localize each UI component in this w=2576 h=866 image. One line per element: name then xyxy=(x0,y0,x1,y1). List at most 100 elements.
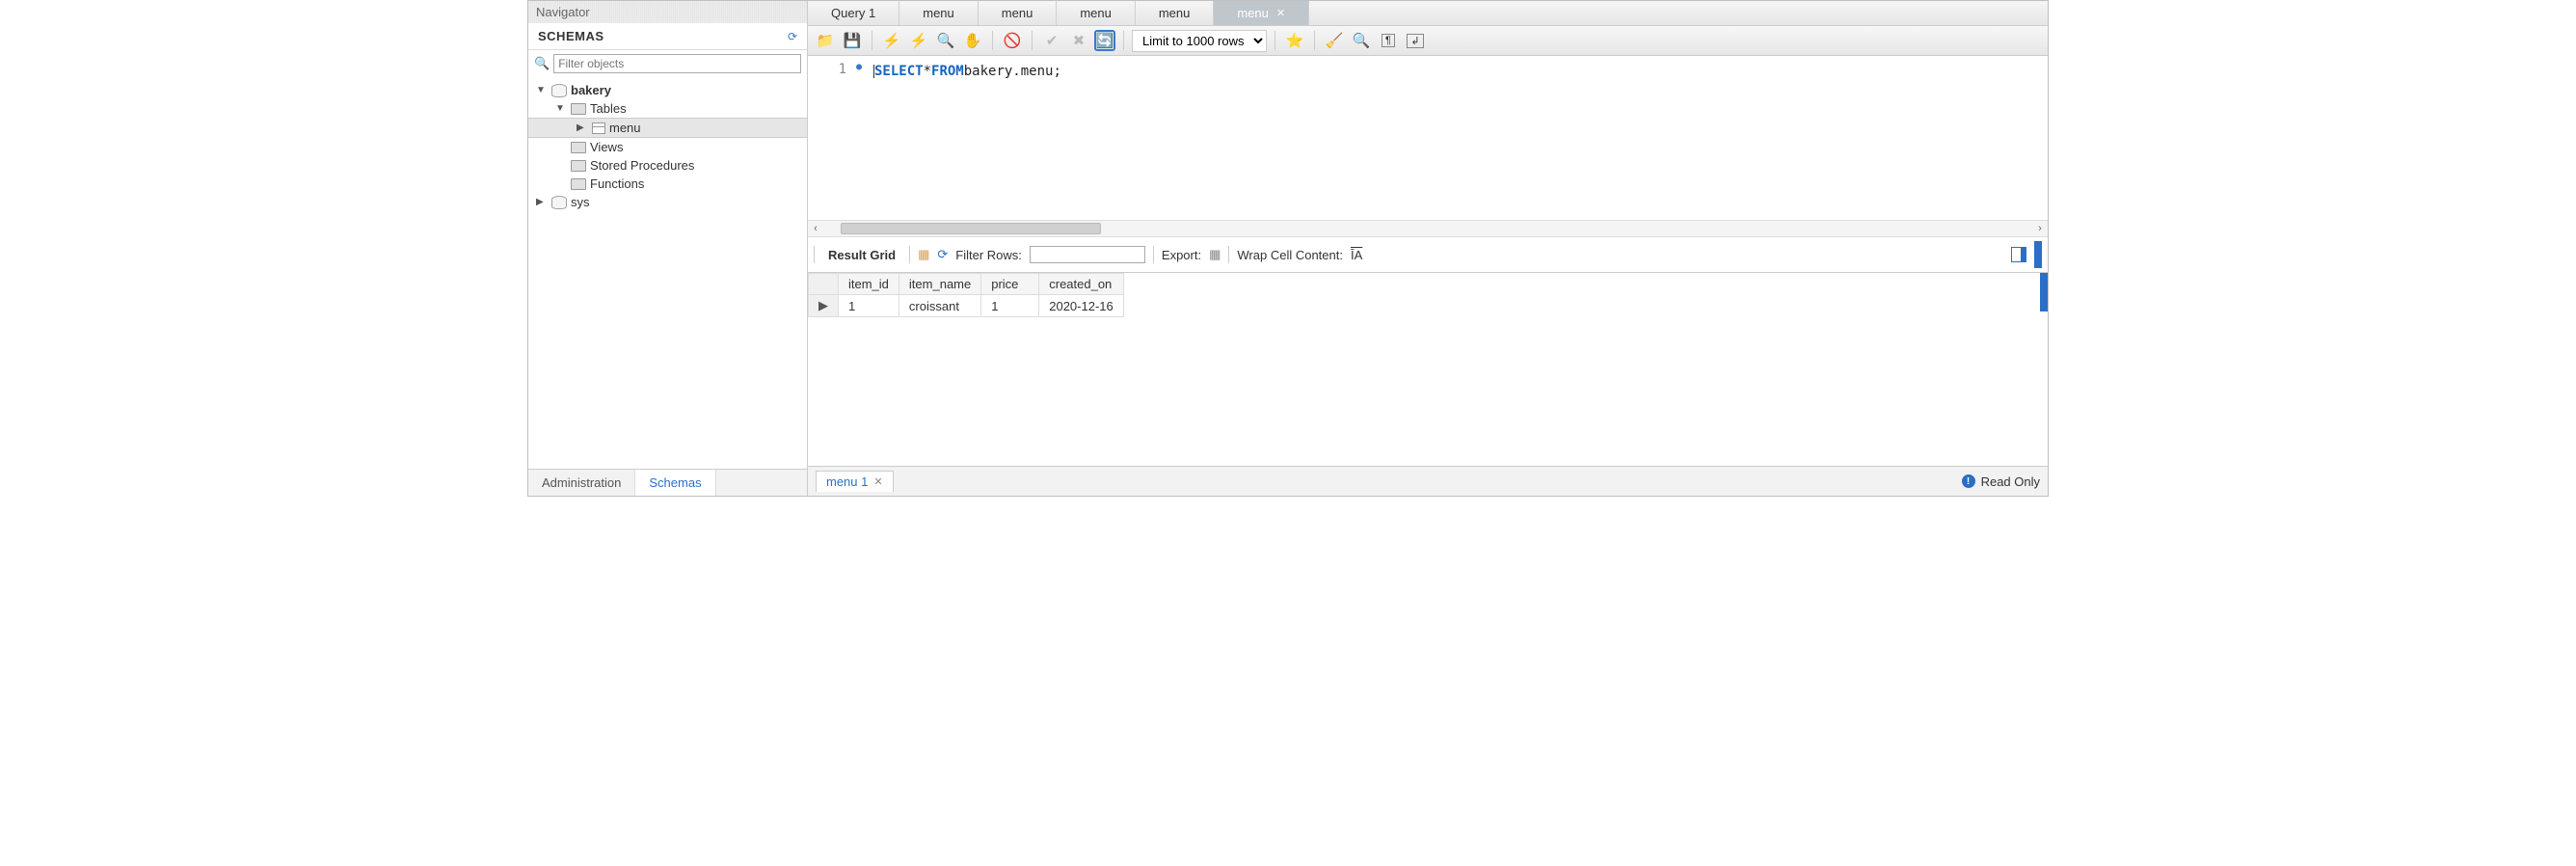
grid-icon[interactable]: ▦ xyxy=(918,247,929,262)
panel-toggle-icon[interactable] xyxy=(2011,247,2026,262)
app-root: Navigator SCHEMAS ⟳ 🔍 ▼ bakery ▼ Tables … xyxy=(527,0,2049,497)
tree-db-sys[interactable]: ▶ sys xyxy=(528,193,807,211)
tab-label: menu xyxy=(1159,6,1191,20)
folder-icon xyxy=(571,160,586,172)
navigator-pane: Navigator SCHEMAS ⟳ 🔍 ▼ bakery ▼ Tables … xyxy=(528,1,808,496)
separator xyxy=(992,31,993,50)
separator xyxy=(1153,246,1154,263)
schemas-label: SCHEMAS xyxy=(538,29,604,43)
wrap-cell-icon[interactable]: ĪA xyxy=(1351,248,1362,262)
chevron-down-icon[interactable]: ▼ xyxy=(555,103,567,114)
side-indicator xyxy=(2034,241,2042,268)
line-gutter: 1 xyxy=(808,62,856,214)
execute-button[interactable]: ⚡ xyxy=(880,29,903,52)
wrap-button[interactable]: ↲ xyxy=(1404,29,1427,52)
refresh-icon[interactable]: ⟳ xyxy=(788,30,797,43)
close-icon[interactable]: ✕ xyxy=(873,475,882,488)
tab-label: menu xyxy=(1080,6,1112,20)
folder-icon xyxy=(571,178,586,190)
invisible-chars-button[interactable]: ¶ xyxy=(1377,29,1400,52)
navigator-bottom-tabs: Administration Schemas xyxy=(528,469,807,496)
tree-label: Views xyxy=(590,140,623,154)
chevron-right-icon[interactable]: ▶ xyxy=(577,122,588,133)
result-tab[interactable]: menu 1 ✕ xyxy=(816,471,894,492)
table-row[interactable]: ▶ 1 croissant 1 2020-12-16 xyxy=(809,295,1124,317)
column-header[interactable]: item_name xyxy=(899,274,980,295)
tree-label: menu xyxy=(609,121,641,135)
wrap-label: Wrap Cell Content: xyxy=(1237,248,1343,262)
sql-toolbar: 📁 💾 ⚡ ⚡ 🔍 ✋ 🚫 ✔ ✖ 🔄 Limit to 1000 rows ⭐… xyxy=(808,26,2048,56)
column-header[interactable]: created_on xyxy=(1039,274,1124,295)
query-tab-active[interactable]: menu ✕ xyxy=(1214,1,1309,25)
explain-button[interactable]: 🔍 xyxy=(934,29,957,52)
statement-marker-icon: ● xyxy=(856,62,873,72)
row-header-corner xyxy=(809,274,839,295)
tree-stored-procedures[interactable]: Stored Procedures xyxy=(528,156,807,175)
tree-db-bakery[interactable]: ▼ bakery xyxy=(528,81,807,99)
stop-on-error-button[interactable]: 🚫 xyxy=(1001,29,1024,52)
table-header-row: item_id item_name price created_on xyxy=(809,274,1124,295)
chevron-right-icon[interactable]: ▶ xyxy=(536,197,548,207)
execute-current-button[interactable]: ⚡ xyxy=(907,29,930,52)
refresh-icon[interactable]: ⟳ xyxy=(937,247,948,262)
open-file-button[interactable]: 📁 xyxy=(814,29,837,52)
scroll-left-icon[interactable]: ‹ xyxy=(808,223,823,234)
search-icon: 🔍 xyxy=(534,56,550,71)
save-file-button[interactable]: 💾 xyxy=(841,29,864,52)
schemas-header: SCHEMAS ⟳ xyxy=(528,23,807,50)
cell[interactable]: 1 xyxy=(839,295,899,317)
tab-schemas[interactable]: Schemas xyxy=(635,470,715,496)
result-table: item_id item_name price created_on ▶ 1 c… xyxy=(808,273,1124,317)
tree-table-menu[interactable]: ▶ menu xyxy=(528,118,807,138)
export-icon[interactable]: ▦ xyxy=(1209,247,1221,262)
column-header[interactable]: item_id xyxy=(839,274,899,295)
footer-bar: menu 1 ✕ ! Read Only xyxy=(808,466,2048,496)
footer-right: ! Read Only xyxy=(1962,474,2040,489)
code-line[interactable]: SELECT * FROM bakery.menu; xyxy=(873,62,2048,81)
code-text: bakery.menu; xyxy=(964,64,1061,79)
schema-tree: ▼ bakery ▼ Tables ▶ menu Views xyxy=(528,77,807,469)
query-tab[interactable]: menu xyxy=(899,1,979,25)
tab-label: menu xyxy=(923,6,954,20)
separator xyxy=(1123,31,1124,50)
filter-rows-input[interactable] xyxy=(1030,246,1145,263)
query-tab[interactable]: menu xyxy=(1136,1,1215,25)
cell[interactable]: 2020-12-16 xyxy=(1039,295,1124,317)
stop-button[interactable]: ✋ xyxy=(961,29,984,52)
separator xyxy=(1314,31,1315,50)
beautify-button[interactable]: 🧹 xyxy=(1323,29,1346,52)
row-limit-select[interactable]: Limit to 1000 rows xyxy=(1132,30,1267,52)
tab-label: Query 1 xyxy=(831,6,875,20)
tree-views[interactable]: Views xyxy=(528,138,807,156)
query-tab[interactable]: menu xyxy=(979,1,1058,25)
sql-editor[interactable]: 1 ● SELECT * FROM bakery.menu; xyxy=(808,56,2048,220)
favorite-button[interactable]: ⭐ xyxy=(1283,29,1306,52)
autocommit-toggle[interactable]: 🔄 xyxy=(1094,30,1115,51)
tree-label: Tables xyxy=(590,101,627,116)
query-tab[interactable]: menu xyxy=(1057,1,1136,25)
scroll-right-icon[interactable]: › xyxy=(2032,223,2048,234)
scroll-thumb[interactable] xyxy=(841,223,1101,234)
tree-label: sys xyxy=(571,195,590,209)
code-area[interactable]: SELECT * FROM bakery.menu; xyxy=(873,62,2048,214)
commit-button[interactable]: ✔ xyxy=(1040,29,1063,52)
cell[interactable]: croissant xyxy=(899,295,980,317)
cell[interactable]: 1 xyxy=(981,295,1039,317)
keyword: SELECT xyxy=(874,64,924,79)
row-pointer-icon: ▶ xyxy=(809,295,839,317)
tree-tables[interactable]: ▼ Tables xyxy=(528,99,807,118)
result-tab-label: menu 1 xyxy=(826,474,868,489)
query-tab[interactable]: Query 1 xyxy=(808,1,899,25)
editor-hscrollbar[interactable]: ‹ › xyxy=(808,220,2048,237)
tree-label: Functions xyxy=(590,176,644,191)
rollback-button[interactable]: ✖ xyxy=(1067,29,1090,52)
filter-objects-input[interactable] xyxy=(553,54,801,73)
find-button[interactable]: 🔍 xyxy=(1350,29,1373,52)
tree-label: Stored Procedures xyxy=(590,158,694,173)
tree-functions[interactable]: Functions xyxy=(528,175,807,193)
query-tabs: Query 1 menu menu menu menu menu ✕ xyxy=(808,1,2048,26)
column-header[interactable]: price xyxy=(981,274,1039,295)
close-icon[interactable]: ✕ xyxy=(1276,7,1285,19)
chevron-down-icon[interactable]: ▼ xyxy=(536,85,548,95)
tab-administration[interactable]: Administration xyxy=(528,470,635,496)
